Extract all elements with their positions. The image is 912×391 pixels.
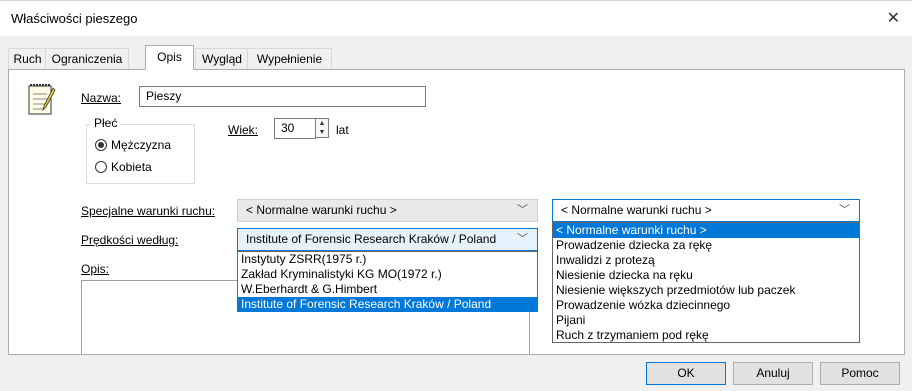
tab-panel: Nazwa: Pieszy Płeć Mężczyzna Kobieta Wie… (8, 69, 905, 355)
speed-label: Prędkości według: (81, 233, 179, 247)
notepad-icon (28, 84, 56, 115)
top-border (0, 0, 912, 1)
chevron-down-icon[interactable]: ﹀ (839, 200, 850, 221)
close-icon[interactable]: ✕ (887, 8, 900, 28)
list-item[interactable]: Inwalidzi z protezą (553, 253, 859, 268)
list-item[interactable]: Ruch z trzymaniem pod rękę (553, 328, 859, 343)
tab-ruch[interactable]: Ruch (8, 48, 47, 69)
title-bar: Właściwości pieszego ✕ (0, 0, 912, 36)
list-item[interactable]: Zakład Kryminalistyki KG MO(1972 r.) (238, 267, 537, 282)
list-item[interactable]: W.Eberhardt & G.Himbert (238, 282, 537, 297)
special-combo-value: < Normalne warunki ruchu > (246, 203, 397, 217)
special-label: Specjalne warunki ruchu: (81, 204, 216, 218)
name-input[interactable]: Pieszy (139, 86, 426, 107)
right-dropdown-list: < Normalne warunki ruchu > Prowadzenie d… (552, 222, 860, 343)
right-combo-value: < Normalne warunki ruchu > (561, 203, 712, 217)
list-item[interactable]: Prowadzenie wózka dziecinnego (553, 298, 859, 313)
cancel-button[interactable]: Anuluj (733, 362, 813, 385)
tab-wyglad[interactable]: Wygląd (195, 48, 249, 69)
list-item[interactable]: < Normalne warunki ruchu > (553, 223, 859, 238)
spin-down-icon[interactable]: ▼ (316, 128, 328, 137)
male-label: Mężczyzna (111, 138, 172, 152)
help-button[interactable]: Pomoc (820, 362, 900, 385)
window-title: Właściwości pieszego (11, 11, 138, 26)
gender-group (86, 124, 195, 184)
female-label: Kobieta (111, 160, 152, 174)
speed-combo-value: Institute of Forensic Research Kraków / … (246, 232, 497, 246)
list-item[interactable]: Niesienie dziecka na ręku (553, 268, 859, 283)
radio-female[interactable] (95, 161, 107, 173)
name-label: Nazwa: (81, 91, 122, 105)
list-item[interactable]: Instytuty ZSRR(1975 r.) (238, 252, 537, 267)
desc-label: Opis: (81, 262, 110, 276)
tab-wypelnienie[interactable]: Wypełnienie (247, 48, 332, 69)
list-item[interactable]: Niesienie większych przedmiotów lub pacz… (553, 283, 859, 298)
list-item[interactable]: Institute of Forensic Research Kraków / … (238, 297, 537, 312)
age-unit: lat (336, 123, 349, 137)
chevron-down-icon[interactable]: ﹀ (517, 200, 528, 221)
age-spinner[interactable]: ▲ ▼ (315, 118, 329, 138)
age-input[interactable]: 30 (274, 118, 316, 139)
special-combo[interactable]: < Normalne warunki ruchu > ﹀ (237, 199, 538, 222)
spin-up-icon[interactable]: ▲ (316, 119, 328, 128)
right-conditions-combo[interactable]: < Normalne warunki ruchu > ﹀ (552, 199, 860, 222)
list-item[interactable]: Pijani (553, 313, 859, 328)
age-label: Wiek: (228, 123, 258, 137)
gender-group-label: Płeć (91, 116, 121, 130)
speed-combo[interactable]: Institute of Forensic Research Kraków / … (237, 228, 538, 251)
chevron-down-icon[interactable]: ﹀ (517, 229, 528, 250)
speed-dropdown-list: Instytuty ZSRR(1975 r.) Zakład Kryminali… (237, 251, 538, 312)
ok-button[interactable]: OK (646, 362, 726, 385)
tab-ograniczenia[interactable]: Ograniczenia (45, 48, 129, 69)
radio-male[interactable] (95, 139, 107, 151)
list-item[interactable]: Prowadzenie dziecka za rękę (553, 238, 859, 253)
tab-opis[interactable]: Opis (145, 45, 194, 70)
